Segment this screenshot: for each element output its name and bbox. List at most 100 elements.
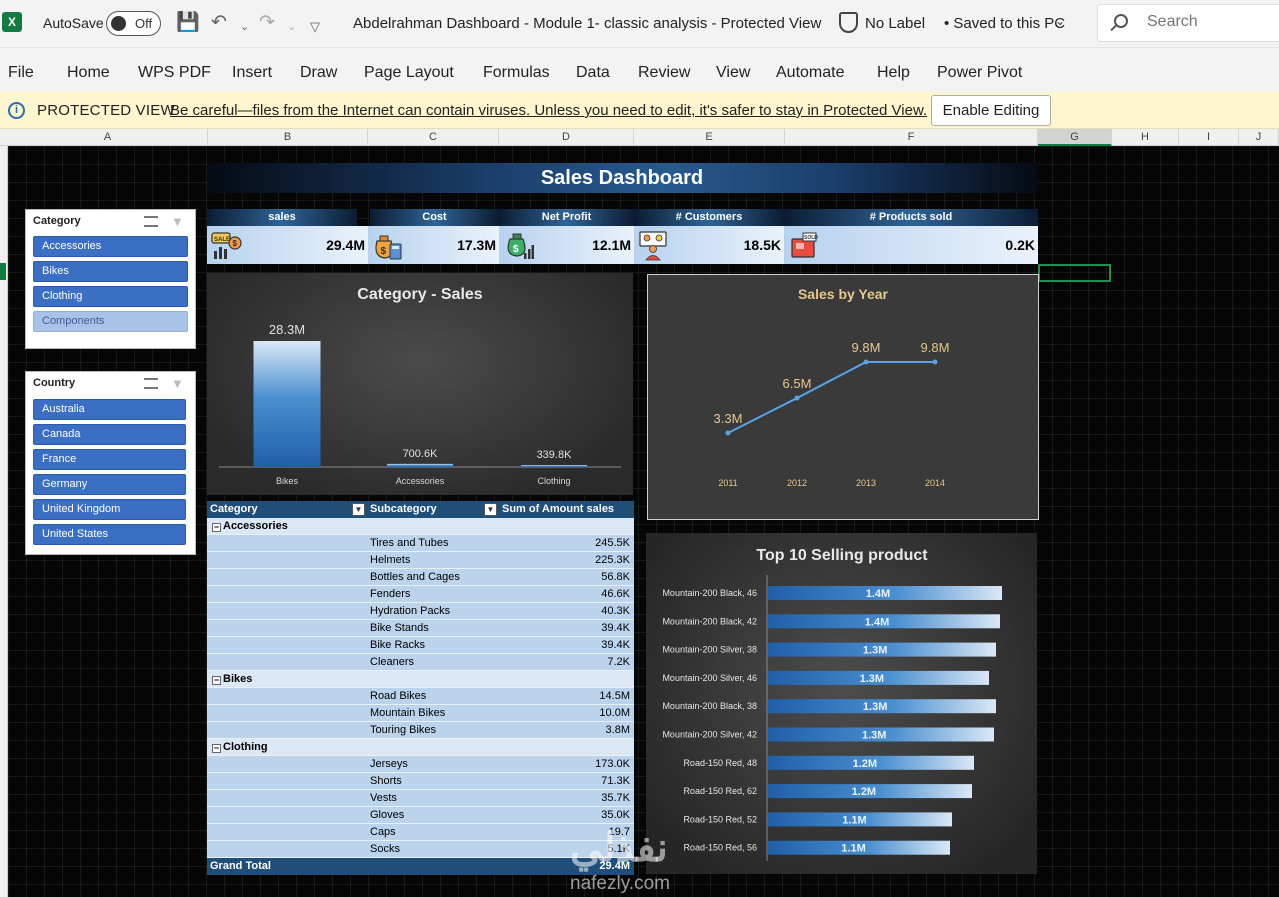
kpi-sales-label: sales xyxy=(207,209,357,226)
undo-icon[interactable]: ↶ xyxy=(211,12,227,34)
pivot-row[interactable]: Hydration Packs 40.3K xyxy=(207,603,634,620)
pivot-row[interactable]: Cleaners 7.2K xyxy=(207,654,634,671)
category-bar[interactable] xyxy=(521,465,587,467)
column-header-i[interactable]: I xyxy=(1179,129,1239,146)
slicer-item-australia[interactable]: Australia xyxy=(33,399,186,420)
pivot-value: 7.2K xyxy=(607,656,630,668)
tab-wps-pdf[interactable]: WPS PDF xyxy=(138,64,211,82)
toggle-knob xyxy=(111,16,126,31)
clear-filter-icon[interactable]: ▼ xyxy=(171,215,185,229)
slicer-item-canada[interactable]: Canada xyxy=(33,424,186,445)
pivot-row[interactable]: Touring Bikes 3.8M xyxy=(207,722,634,739)
category-sales-chart[interactable]: Category - Sales 28.3M Bikes 700.6K Accesso… xyxy=(207,273,633,495)
column-header-c[interactable]: C xyxy=(368,129,499,146)
tab-power-pivot[interactable]: Power Pivot xyxy=(937,64,1022,82)
column-header-j[interactable]: J xyxy=(1239,129,1279,146)
clear-filter-icon[interactable]: ▼ xyxy=(171,377,185,391)
slicer-item-germany[interactable]: Germany xyxy=(33,474,186,495)
line-point[interactable] xyxy=(725,430,731,436)
collapse-icon[interactable]: − xyxy=(212,744,221,753)
category-bar[interactable] xyxy=(387,463,453,467)
redo-dropdown-icon[interactable]: ⌄ xyxy=(287,16,296,38)
product-tick-label: Road-150 Red, 48 xyxy=(683,758,757,768)
column-header-h[interactable]: H xyxy=(1112,129,1179,146)
filter-dropdown-icon[interactable]: ▼ xyxy=(352,503,365,516)
pivot-row[interactable]: Bike Stands 39.4K xyxy=(207,620,634,637)
money-bag-calculator-icon: $ xyxy=(375,235,402,260)
sales-line[interactable] xyxy=(727,361,935,434)
column-header-d[interactable]: D xyxy=(499,129,634,146)
multi-select-icon[interactable] xyxy=(144,378,158,389)
product-tick-label: Mountain-200 Silver, 46 xyxy=(662,673,757,683)
multi-select-icon[interactable] xyxy=(144,216,158,227)
saved-status[interactable]: • Saved to this PC xyxy=(944,15,1065,32)
kpi-net-profit-label: Net Profit xyxy=(499,209,634,226)
tab-home[interactable]: Home xyxy=(67,64,110,82)
customize-toolbar-icon[interactable]: ▽ xyxy=(310,16,320,38)
pivot-row[interactable]: Bike Racks 39.4K xyxy=(207,637,634,654)
svg-text:$: $ xyxy=(233,239,238,248)
line-point[interactable] xyxy=(932,359,938,365)
selected-cell[interactable] xyxy=(1038,264,1111,282)
slicer-item-united-states[interactable]: United States xyxy=(33,524,186,545)
tab-draw[interactable]: Draw xyxy=(300,64,337,82)
tab-page-layout[interactable]: Page Layout xyxy=(364,64,454,82)
tab-view[interactable]: View xyxy=(716,64,750,82)
slicer-item-united-kingdom[interactable]: United Kingdom xyxy=(33,499,186,520)
sales-by-year-chart[interactable]: Sales by Year 3.3M 2011 6.5M 2012 9.8M 2013 9.… xyxy=(647,274,1039,520)
pivot-row[interactable]: Fenders 46.6K xyxy=(207,586,634,603)
chevron-down-icon[interactable]: ⌄ xyxy=(1055,14,1065,28)
slicer-item-bikes[interactable]: Bikes xyxy=(33,261,188,282)
bar-data-label: 1.3M xyxy=(863,645,887,657)
undo-dropdown-icon[interactable]: ⌄ xyxy=(240,16,249,38)
search-input[interactable] xyxy=(1147,13,1277,31)
pivot-row[interactable]: Jerseys 173.0K xyxy=(207,756,634,773)
autosave-toggle[interactable]: Off xyxy=(106,11,161,36)
pivot-row[interactable]: Mountain Bikes 10.0M xyxy=(207,705,634,722)
sensitivity-shield-icon[interactable] xyxy=(839,12,858,33)
collapse-icon[interactable]: − xyxy=(212,523,221,532)
column-header-f[interactable]: F xyxy=(785,129,1038,146)
save-icon[interactable]: 💾 xyxy=(176,12,200,34)
tab-formulas[interactable]: Formulas xyxy=(483,64,550,82)
column-headers: A B C D E F G H I J xyxy=(0,129,1279,146)
slicer-item-france[interactable]: France xyxy=(33,449,186,470)
line-point[interactable] xyxy=(794,395,800,401)
pivot-row[interactable]: Tires and Tubes 245.5K xyxy=(207,535,634,552)
pivot-group-row[interactable]: − Clothing xyxy=(207,739,634,756)
search-box[interactable] xyxy=(1097,4,1279,42)
grand-total-label: Grand Total xyxy=(210,860,271,872)
sensitivity-label[interactable]: No Label xyxy=(865,15,925,32)
line-point[interactable] xyxy=(863,359,869,365)
column-header-e[interactable]: E xyxy=(634,129,785,146)
slicer-item-accessories[interactable]: Accessories xyxy=(33,236,188,257)
pivot-value: 3.8M xyxy=(605,724,630,736)
pivot-group-row[interactable]: − Bikes xyxy=(207,671,634,688)
column-header-a[interactable]: A xyxy=(8,129,208,146)
slicer-item-clothing[interactable]: Clothing xyxy=(33,286,188,307)
row-headers[interactable] xyxy=(0,146,8,897)
tab-file[interactable]: File xyxy=(8,64,34,82)
pivot-row[interactable]: Vests 35.7K xyxy=(207,790,634,807)
pivot-row[interactable]: Road Bikes 14.5M xyxy=(207,688,634,705)
slicer-item-components[interactable]: Components xyxy=(33,311,188,332)
tab-data[interactable]: Data xyxy=(576,64,610,82)
pivot-row[interactable]: Bottles and Cages 56.8K xyxy=(207,569,634,586)
chart-title: Category - Sales xyxy=(357,286,482,303)
column-header-b[interactable]: B xyxy=(208,129,368,146)
tab-insert[interactable]: Insert xyxy=(232,64,272,82)
pivot-row[interactable]: Shorts 71.3K xyxy=(207,773,634,790)
category-bar[interactable] xyxy=(253,341,321,467)
column-header-g[interactable]: G xyxy=(1038,129,1112,146)
tab-automate[interactable]: Automate xyxy=(776,64,844,82)
tab-help[interactable]: Help xyxy=(877,64,910,82)
filter-dropdown-icon[interactable]: ▼ xyxy=(484,503,497,516)
enable-editing-button[interactable]: Enable Editing xyxy=(931,95,1051,126)
tab-review[interactable]: Review xyxy=(638,64,690,82)
collapse-icon[interactable]: − xyxy=(212,676,221,685)
pivot-row[interactable]: Helmets 225.3K xyxy=(207,552,634,569)
pivot-group-row[interactable]: − Accessories xyxy=(207,518,634,535)
protected-view-message[interactable]: Be careful—files from the Internet can c… xyxy=(170,102,927,119)
redo-icon[interactable]: ↷ xyxy=(259,12,275,34)
excel-logo-icon[interactable]: X xyxy=(2,12,22,32)
